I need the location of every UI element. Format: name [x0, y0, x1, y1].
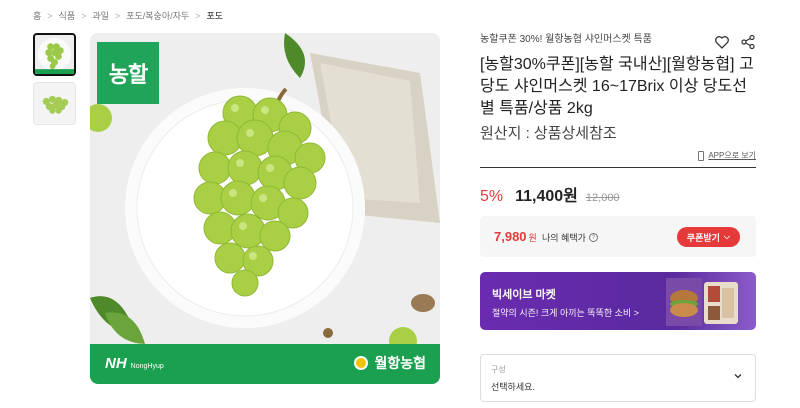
- breadcrumb-fruit[interactable]: 과일: [92, 9, 109, 22]
- chevron-right-icon: >: [114, 10, 121, 21]
- nh-logo-sub: NongHyup: [130, 363, 164, 370]
- breadcrumb-stonefruit[interactable]: 포도/복숭아/자두: [126, 9, 189, 22]
- grape-thumbnail-image: [35, 35, 74, 74]
- partner-mark-icon: [354, 356, 369, 370]
- app-view-label: APP으로 보기: [708, 151, 756, 160]
- breadcrumb-home[interactable]: 홈: [33, 9, 41, 22]
- heart-icon[interactable]: [714, 34, 730, 50]
- thumbnail-list: [33, 33, 77, 131]
- product-actions: [714, 34, 756, 50]
- benefit-label-text: 나의 혜택가: [542, 233, 586, 243]
- benefit-price-unit: 원: [528, 233, 537, 243]
- option-value: 선택하세요.: [491, 382, 535, 392]
- coupon-button[interactable]: 쿠폰받기 ⌵: [676, 227, 740, 247]
- nh-logo-text: NH: [105, 355, 127, 372]
- app-view-link[interactable]: APP으로 보기: [698, 150, 756, 161]
- partner-logo: 월항농협: [354, 353, 426, 373]
- brand-bar: NH NongHyup 월항농협: [90, 344, 440, 384]
- price-row: 5% 11,400원 12,000: [480, 182, 620, 206]
- chevron-down-icon: ⌵: [723, 232, 730, 241]
- coupon-button-label: 쿠폰받기: [686, 232, 720, 243]
- share-icon[interactable]: [740, 34, 756, 50]
- bigsave-food-image: [666, 278, 738, 326]
- thumbnail-1[interactable]: [33, 33, 76, 76]
- bigsave-banner[interactable]: 빅세이브 마켓 절약의 시즌! 크게 아끼는 똑똑한 소비 >: [480, 272, 756, 330]
- chevron-right-icon: >: [47, 10, 53, 21]
- original-price: 12,000: [585, 192, 620, 204]
- benefit-price: 7,980 원: [494, 229, 537, 244]
- thumbnail-2[interactable]: [33, 82, 76, 125]
- benefit-label[interactable]: 나의 혜택가 ?: [542, 231, 598, 244]
- chevron-down-icon: [734, 374, 742, 379]
- sale-price: 11,400원: [515, 188, 578, 205]
- chevron-right-icon: >: [195, 10, 201, 21]
- product-origin: 원산지 : 상품상세참조: [480, 125, 617, 142]
- product-title: [농할30%쿠폰][농할 국내산][월항농협] 고당도 샤인머스켓 16~17B…: [480, 56, 754, 117]
- partner-logo-text: 월항농협: [374, 355, 426, 371]
- question-icon[interactable]: ?: [588, 233, 598, 242]
- breadcrumb-grape[interactable]: 포도: [206, 9, 223, 22]
- chevron-right-icon: >: [81, 10, 87, 21]
- benefit-price-value: 7,980: [494, 229, 527, 244]
- phone-icon: [698, 150, 705, 161]
- option-label: 구성: [491, 365, 506, 374]
- nonghal-badge: 농할: [97, 42, 159, 104]
- bigsave-title: 빅세이브 마켓: [492, 289, 556, 301]
- bigsave-subtitle: 절약의 시즌! 크게 아끼는 똑똑한 소비 >: [492, 308, 639, 318]
- product-main-image[interactable]: 농할 NH NongHyup 월항농협: [90, 33, 440, 384]
- option-select[interactable]: 구성 선택하세요.: [480, 354, 756, 402]
- discount-rate: 5%: [480, 188, 504, 205]
- benefit-box: 7,980 원 나의 혜택가 ? 쿠폰받기 ⌵: [480, 216, 756, 257]
- grape-bunch-thumbnail-image: [34, 83, 75, 124]
- breadcrumb-food[interactable]: 식품: [59, 9, 76, 22]
- nh-logo: NH NongHyup: [105, 355, 164, 372]
- breadcrumb: 홈 > 식품 > 과일 > 포도/복숭아/자두 > 포도: [33, 9, 223, 22]
- divider: [480, 167, 756, 168]
